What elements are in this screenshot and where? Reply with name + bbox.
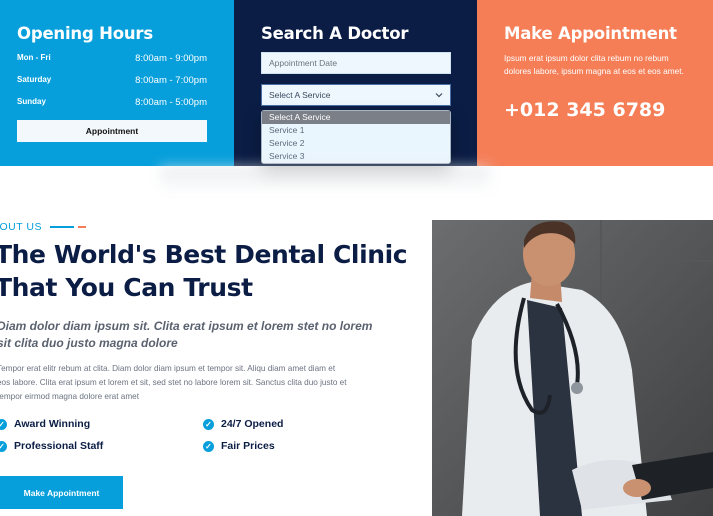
check-circle-icon: ✓: [203, 440, 214, 452]
about-subheading: Diam dolor diam ipsum sit. Clita erat ip…: [0, 318, 397, 352]
hours-day: Mon - Fri: [17, 53, 51, 62]
hours-row: Saturday 8:00am - 7:00pm: [17, 75, 207, 86]
about-us-label: BOUT US: [0, 221, 86, 233]
service-option[interactable]: Select A Service: [262, 111, 450, 124]
about-headline: The World's Best Dental Clinic That You …: [0, 238, 408, 304]
hours-day: Sunday: [17, 97, 46, 106]
feature-label: Award Winning: [14, 418, 91, 430]
top-info-strip: Opening Hours Mon - Fri 8:00am - 9:00pm …: [0, 0, 713, 166]
make-appointment-panel: Make Appointment Ipsum erat ipsum dolor …: [477, 0, 713, 166]
label-line-orange: [77, 226, 86, 228]
check-circle-icon: ✓: [203, 418, 214, 430]
phone-number: +012 345 6789: [504, 99, 666, 121]
opening-hours-panel: Opening Hours Mon - Fri 8:00am - 9:00pm …: [0, 0, 234, 166]
label-line-blue: [49, 226, 74, 228]
hours-time: 8:00am - 5:00pm: [135, 97, 207, 108]
about-paragraph: Tempor erat elitr rebum at clita. Diam d…: [0, 362, 399, 404]
headline-line: That You Can Trust: [0, 273, 253, 302]
search-doctor-title: Search A Doctor: [261, 24, 409, 43]
search-doctor-panel: Search A Doctor Appointment Date Select …: [234, 0, 477, 166]
appointment-description: Ipsum erat ipsum dolor clita rebum no re…: [504, 53, 684, 76]
feature-item: ✓ Award Winning: [0, 418, 90, 430]
doctor-photo: [432, 220, 713, 516]
hours-time: 8:00am - 7:00pm: [135, 75, 207, 86]
service-option[interactable]: Service 1: [262, 124, 450, 137]
paragraph-line: Tempor erat elitr rebum at clita. Diam d…: [0, 364, 336, 373]
service-option[interactable]: Service 3: [262, 150, 450, 163]
paragraph-line: tempor eirmod magna dolore erat amet: [0, 392, 139, 401]
check-circle-icon: ✓: [0, 440, 7, 452]
paragraph-line: eos labore. Clita erat ipsum et lorem et…: [0, 378, 347, 387]
feature-item: ✓ 24/7 Opened: [203, 418, 283, 430]
check-circle-icon: ✓: [0, 418, 7, 430]
headline-line: The World's Best Dental Clinic: [0, 240, 408, 269]
service-dropdown-list: Select A Service Service 1 Service 2 Ser…: [261, 110, 451, 164]
hours-time: 8:00am - 9:00pm: [135, 53, 207, 64]
feature-label: Professional Staff: [14, 440, 104, 452]
chevron-down-icon: [435, 90, 443, 100]
service-select-value: Select A Service: [269, 90, 331, 100]
appointment-date-input[interactable]: Appointment Date: [261, 52, 451, 74]
doctor-illustration: [432, 220, 713, 516]
feature-item: ✓ Professional Staff: [0, 440, 103, 452]
appointment-button[interactable]: Appointment: [17, 120, 207, 142]
subheading-line: Diam dolor diam ipsum sit. Clita erat ip…: [0, 319, 373, 333]
subheading-line: sit clita duo justo magna dolore: [0, 336, 178, 350]
opening-hours-title: Opening Hours: [17, 24, 153, 43]
service-option[interactable]: Service 2: [262, 137, 450, 150]
feature-item: ✓ Fair Prices: [203, 440, 275, 452]
dropdown-shadow: [160, 166, 490, 194]
about-us-text: BOUT US: [0, 221, 42, 233]
feature-label: Fair Prices: [221, 440, 275, 452]
hours-day: Saturday: [17, 75, 52, 84]
make-appointment-button[interactable]: Make Appointment: [0, 476, 123, 509]
hours-row: Sunday 8:00am - 5:00pm: [17, 97, 207, 108]
service-select[interactable]: Select A Service: [261, 84, 451, 106]
hours-row: Mon - Fri 8:00am - 9:00pm: [17, 53, 207, 64]
feature-label: 24/7 Opened: [221, 418, 284, 430]
make-appointment-title: Make Appointment: [504, 24, 677, 43]
